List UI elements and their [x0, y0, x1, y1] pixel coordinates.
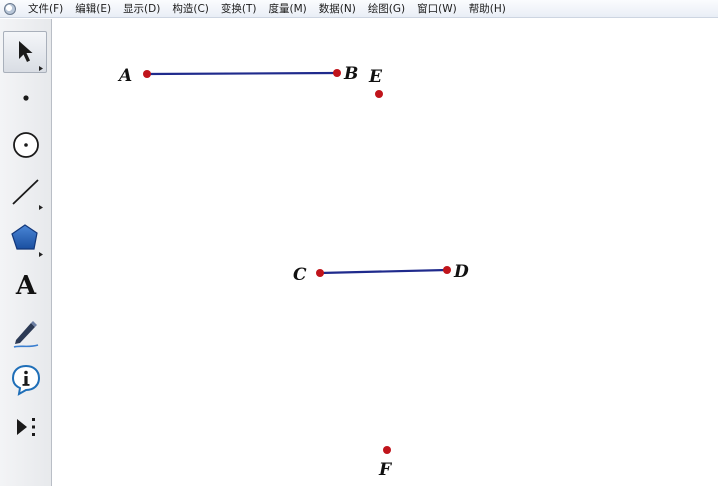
geometers-sketchpad-window: 文件(F) 编辑(E) 显示(D) 构造(C) 变换(T) 度量(M) 数据(N… [0, 0, 718, 486]
menu-file[interactable]: 文件(F) [22, 0, 69, 18]
text-icon: A [15, 271, 37, 301]
menu-construct[interactable]: 构造(C) [166, 0, 215, 18]
point-icon [23, 95, 29, 101]
compass-tool[interactable] [3, 123, 47, 165]
pen-icon [13, 321, 39, 348]
point-e[interactable] [375, 90, 383, 98]
label-d[interactable]: D [453, 262, 469, 282]
sketch-drawing: A B E C D F [117, 64, 469, 480]
menu-display[interactable]: 显示(D) [117, 0, 166, 18]
point-tool[interactable] [3, 76, 47, 118]
toolbox: A [0, 19, 52, 486]
menu-help[interactable]: 帮助(H) [463, 0, 512, 18]
menu-bar: 文件(F) 编辑(E) 显示(D) 构造(C) 变换(T) 度量(M) 数据(N… [0, 0, 718, 18]
segment-cd[interactable] [319, 268, 448, 275]
sketch-canvas[interactable]: A B E C D F [53, 19, 718, 486]
point-b[interactable] [333, 69, 341, 77]
point-a[interactable] [143, 70, 151, 78]
segment-ab[interactable] [146, 71, 338, 76]
label-e[interactable]: E [368, 67, 383, 87]
label-f[interactable]: F [378, 460, 393, 480]
selection-arrow-tool[interactable] [3, 31, 47, 73]
line-icon [12, 179, 43, 210]
text-tool[interactable]: A [3, 264, 47, 306]
straightedge-tool[interactable] [3, 170, 47, 212]
menu-measure[interactable]: 度量(M) [262, 0, 312, 18]
circle-icon [13, 132, 39, 158]
arrow-cursor-icon [19, 41, 43, 71]
polygon-tool[interactable] [3, 217, 47, 259]
menu-transform[interactable]: 变换(T) [215, 0, 263, 18]
custom-tool-icon [17, 418, 35, 436]
menu-edit[interactable]: 编辑(E) [69, 0, 117, 18]
label-a[interactable]: A [117, 66, 132, 86]
app-icon[interactable] [4, 2, 16, 15]
label-b[interactable]: B [343, 64, 358, 84]
custom-tool[interactable] [3, 405, 47, 447]
information-tool[interactable] [3, 358, 47, 400]
menu-graph[interactable]: 绘图(G) [362, 0, 411, 18]
menu-data[interactable]: 数据(N) [313, 0, 362, 18]
point-c[interactable] [316, 269, 324, 277]
polygon-icon [11, 224, 43, 257]
marker-tool[interactable] [3, 311, 47, 353]
menu-window[interactable]: 窗口(W) [411, 0, 463, 18]
label-c[interactable]: C [293, 265, 307, 285]
point-d[interactable] [443, 266, 451, 274]
point-f[interactable] [383, 446, 391, 454]
info-icon [11, 364, 41, 396]
